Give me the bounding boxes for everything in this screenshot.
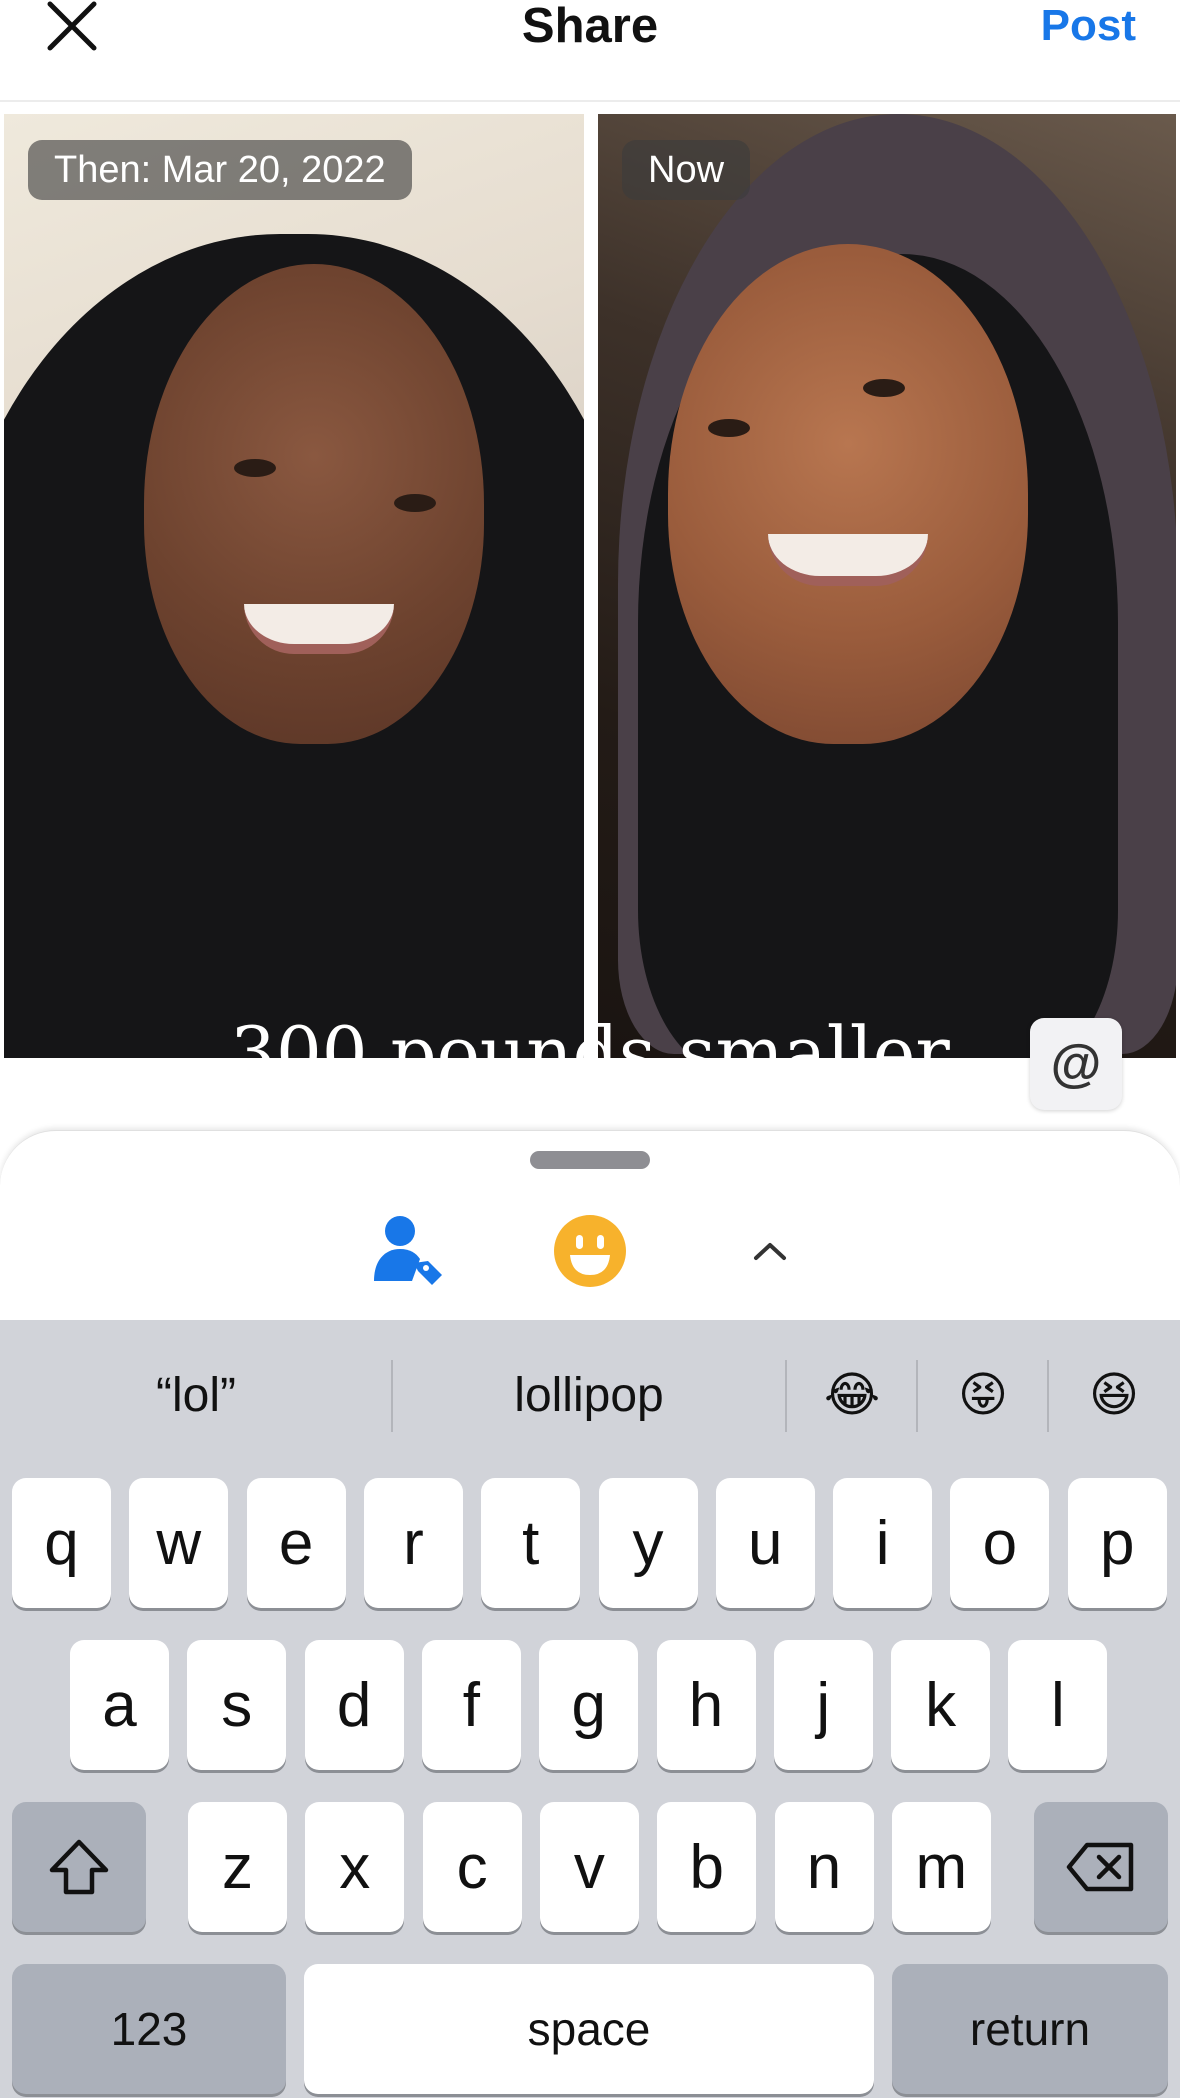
key-b[interactable]: b bbox=[657, 1802, 757, 1932]
suggestion-emoji[interactable]: 😆 bbox=[1049, 1360, 1179, 1430]
chevron-up-icon bbox=[754, 1243, 786, 1260]
key-t[interactable]: t bbox=[481, 1478, 581, 1608]
then-date-badge: Then: Mar 20, 2022 bbox=[28, 140, 412, 200]
mention-button[interactable]: @ bbox=[1030, 1018, 1122, 1110]
key-i[interactable]: i bbox=[833, 1478, 933, 1608]
key-x[interactable]: x bbox=[305, 1802, 405, 1932]
backspace-icon bbox=[1066, 1842, 1134, 1892]
key-u[interactable]: u bbox=[715, 1478, 815, 1608]
sheet-grabber[interactable] bbox=[530, 1151, 650, 1169]
key-p[interactable]: p bbox=[1067, 1478, 1167, 1608]
return-key[interactable]: return bbox=[892, 1964, 1168, 2094]
eye-shape bbox=[708, 419, 750, 437]
eye-shape bbox=[863, 379, 905, 397]
key-d[interactable]: d bbox=[304, 1640, 404, 1770]
delete-key[interactable] bbox=[1034, 1802, 1168, 1932]
key-z[interactable]: z bbox=[188, 1802, 287, 1932]
key-g[interactable]: g bbox=[539, 1640, 639, 1770]
face-shape bbox=[668, 244, 1028, 744]
key-f[interactable]: f bbox=[421, 1640, 521, 1770]
key-e[interactable]: e bbox=[246, 1478, 346, 1608]
now-badge: Now bbox=[622, 140, 751, 200]
shift-key[interactable] bbox=[12, 1802, 146, 1932]
numbers-key[interactable]: 123 bbox=[12, 1964, 286, 2094]
key-r[interactable]: r bbox=[363, 1478, 463, 1608]
header-bar: Share Post bbox=[0, 0, 1180, 102]
emoji-smile-icon bbox=[554, 1215, 626, 1287]
key-k[interactable]: k bbox=[891, 1640, 991, 1770]
key-o[interactable]: o bbox=[950, 1478, 1050, 1608]
key-y[interactable]: y bbox=[598, 1478, 698, 1608]
bottom-sheet bbox=[0, 1130, 1180, 1320]
suggestion-bar: “lol” lollipop 😂 😝 😆 bbox=[0, 1320, 1180, 1456]
space-key[interactable]: space bbox=[304, 1964, 874, 2094]
key-j[interactable]: j bbox=[773, 1640, 873, 1770]
key-n[interactable]: n bbox=[774, 1802, 874, 1932]
eye-shape bbox=[394, 494, 436, 512]
key-c[interactable]: c bbox=[422, 1802, 522, 1932]
suggestion-emoji[interactable]: 😂 bbox=[787, 1360, 917, 1430]
keyboard: “lol” lollipop 😂 😝 😆 qwertyuiop asdfghjk… bbox=[0, 1320, 1180, 2098]
suggestion-emoji[interactable]: 😝 bbox=[918, 1360, 1048, 1430]
key-q[interactable]: q bbox=[12, 1478, 111, 1608]
suggestion-item[interactable]: lollipop bbox=[393, 1360, 785, 1430]
suggestion-item[interactable]: “lol” bbox=[0, 1360, 392, 1430]
key-v[interactable]: v bbox=[539, 1802, 639, 1932]
key-w[interactable]: w bbox=[129, 1478, 229, 1608]
page-title: Share bbox=[521, 0, 659, 53]
key-h[interactable]: h bbox=[656, 1640, 756, 1770]
then-photo[interactable]: Then: Mar 20, 2022 bbox=[4, 114, 584, 1058]
post-button[interactable]: Post bbox=[1041, 0, 1136, 52]
key-a[interactable]: a bbox=[70, 1640, 169, 1770]
key-l[interactable]: l bbox=[1008, 1640, 1108, 1770]
expand-button[interactable] bbox=[732, 1213, 808, 1289]
eye-shape bbox=[234, 459, 276, 477]
emoji-button[interactable] bbox=[552, 1213, 628, 1289]
shift-arrow-icon bbox=[49, 1839, 109, 1895]
key-s[interactable]: s bbox=[187, 1640, 287, 1770]
tag-people-icon bbox=[374, 1216, 442, 1285]
share-screen: Share Post Then: Mar 20, 2022 Now 300 po… bbox=[0, 0, 1180, 2098]
tag-people-button[interactable] bbox=[370, 1213, 446, 1289]
now-photo[interactable]: Now bbox=[598, 114, 1176, 1058]
key-m[interactable]: m bbox=[891, 1802, 991, 1932]
